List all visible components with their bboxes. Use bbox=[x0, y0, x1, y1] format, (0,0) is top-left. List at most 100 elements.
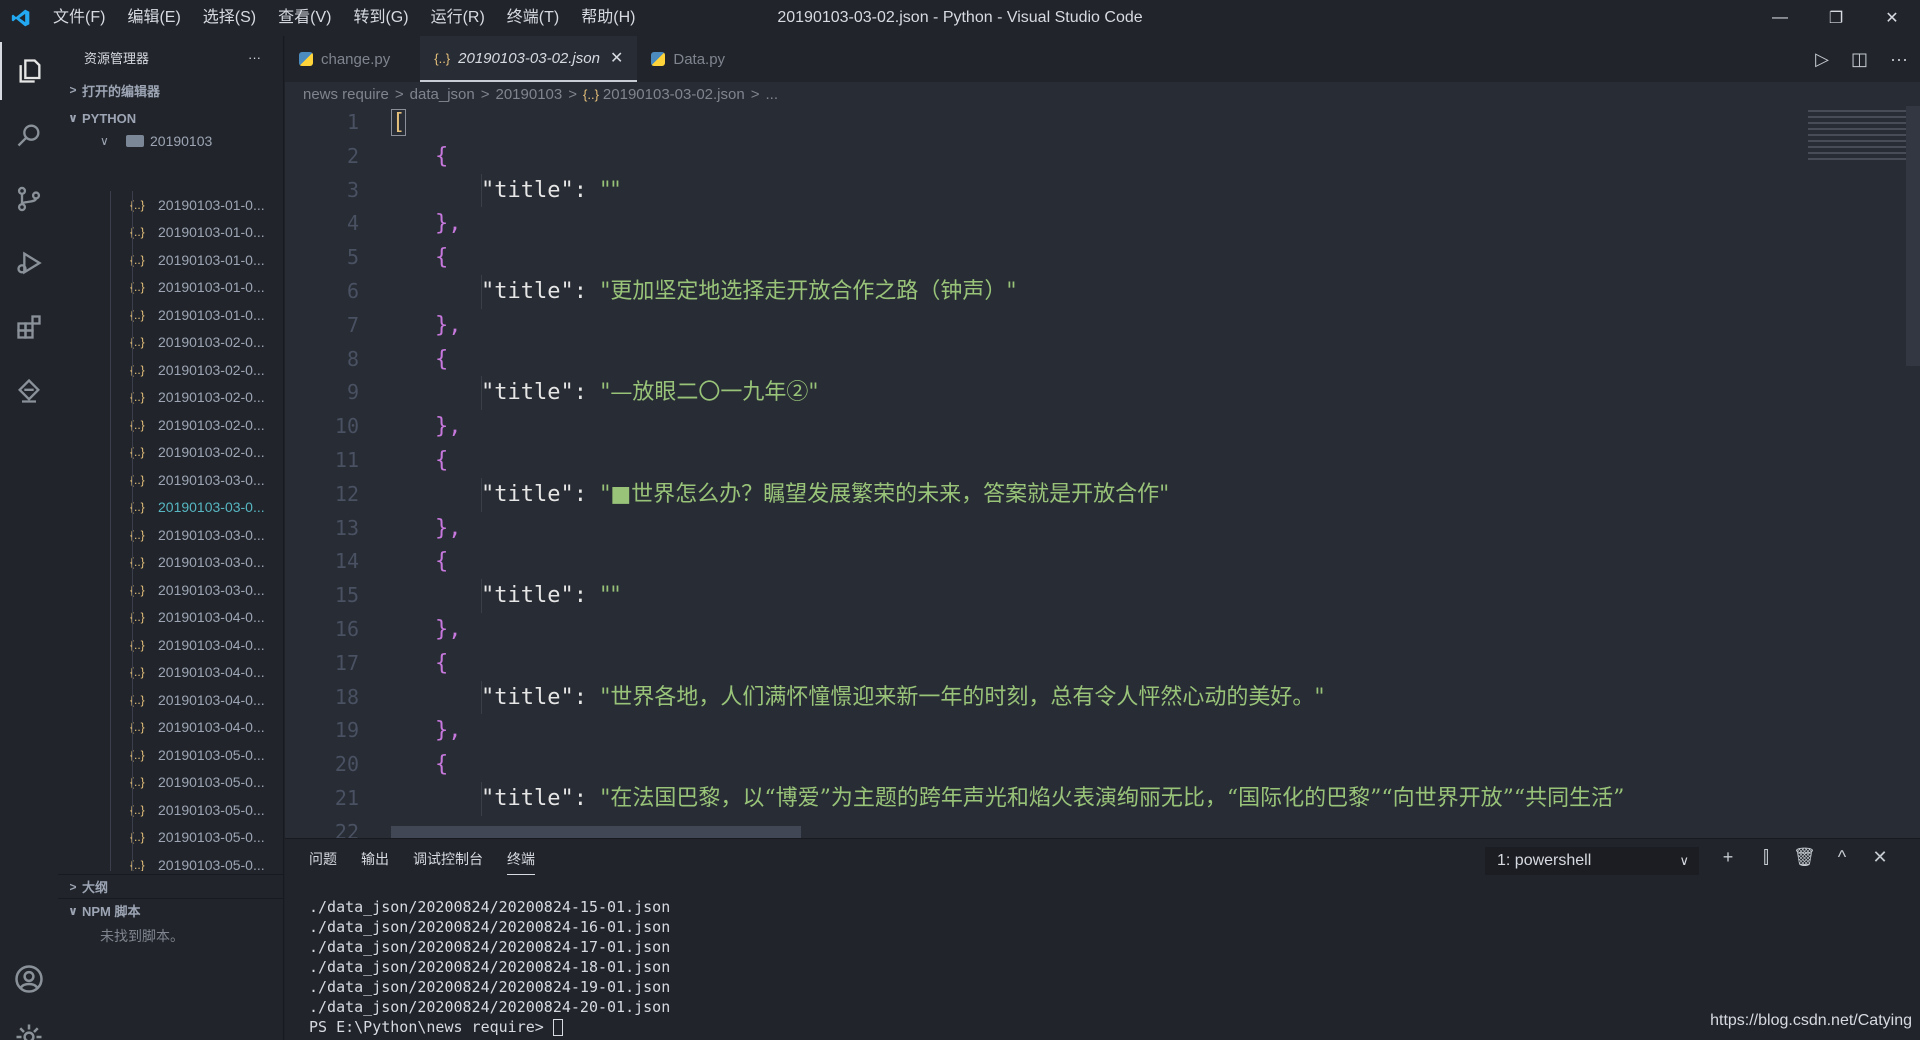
run-file-icon[interactable]: ▷ bbox=[1815, 49, 1829, 70]
terminal-select[interactable]: 1: powershell ∨ bbox=[1485, 847, 1699, 875]
file-item[interactable]: {..} 20190103-03-0... bbox=[58, 576, 284, 604]
source-control-icon[interactable] bbox=[0, 170, 58, 228]
json-file-icon: {..} bbox=[130, 857, 145, 871]
line-number: 13 bbox=[334, 515, 359, 540]
file-item[interactable]: {..} 20190103-02-0... bbox=[58, 411, 284, 439]
open-editors-section[interactable]: > 打开的编辑器 bbox=[58, 78, 283, 102]
tab-problems[interactable]: 问题 bbox=[309, 839, 337, 879]
json-file-icon: {..} bbox=[434, 50, 451, 66]
tab-change-py[interactable]: change.py bbox=[285, 36, 404, 82]
file-item[interactable]: {..} 20190103-01-0... bbox=[58, 219, 284, 247]
explorer-icon[interactable] bbox=[0, 42, 58, 100]
breadcrumb-item[interactable]: ... bbox=[765, 86, 778, 103]
file-item[interactable]: {..} 20190103-03-0... bbox=[58, 521, 284, 549]
tab-output[interactable]: 输出 bbox=[361, 839, 389, 879]
outline-section[interactable]: > 大纲 bbox=[58, 874, 284, 898]
file-item[interactable]: {..} 20190103-03-0... bbox=[58, 494, 284, 522]
explorer-title: 资源管理器 bbox=[84, 50, 150, 66]
terminal-output[interactable]: ./data_json/20200824/20200824-15-01.json… bbox=[309, 897, 670, 1037]
file-item[interactable]: {..} 20190103-04-0... bbox=[58, 714, 284, 742]
file-item[interactable]: {..} 20190103-05-0... bbox=[58, 824, 284, 852]
kill-terminal-icon[interactable]: 🗑 bbox=[1793, 847, 1816, 875]
new-terminal-icon[interactable]: + bbox=[1717, 847, 1739, 875]
file-item[interactable]: {..} 20190103-03-0... bbox=[58, 549, 284, 577]
tab-terminal[interactable]: 终端 bbox=[507, 839, 535, 875]
code-area[interactable]: [{"title": ""}, {"title": "更加坚定地选择走开放合作之路… bbox=[391, 106, 1761, 838]
tab-debug-console[interactable]: 调试控制台 bbox=[413, 839, 483, 879]
more-actions-icon[interactable]: ··· bbox=[248, 50, 261, 65]
file-label: 20190103-01-0... bbox=[158, 306, 265, 323]
close-tab-icon[interactable]: ✕ bbox=[610, 48, 623, 68]
indent-guide bbox=[481, 477, 482, 512]
menu-selection[interactable]: 选择(S) bbox=[192, 0, 267, 36]
breadcrumb-item[interactable]: 20190103-03-02.json bbox=[603, 86, 745, 103]
menu-go[interactable]: 转到(G) bbox=[342, 0, 419, 36]
breadcrumb-item[interactable]: 20190103 bbox=[495, 86, 562, 103]
breadcrumb-item[interactable]: data_json bbox=[410, 86, 475, 103]
file-item[interactable]: {..} 20190103-05-0... bbox=[58, 769, 284, 797]
restore-button[interactable]: ❐ bbox=[1808, 0, 1864, 36]
settings-gear-icon[interactable]: 1 bbox=[0, 1008, 58, 1040]
file-item[interactable]: {..} 20190103-01-0... bbox=[58, 191, 284, 219]
menu-file[interactable]: 文件(F) bbox=[42, 0, 116, 36]
menu-edit[interactable]: 编辑(E) bbox=[116, 0, 191, 36]
terminal-line: ./data_json/20200824/20200824-15-01.json bbox=[309, 898, 671, 916]
remote-explorer-icon[interactable] bbox=[0, 362, 58, 420]
menu-terminal[interactable]: 终端(T) bbox=[496, 0, 570, 36]
file-tree: {..} 20190103-01-0... {..} 20190103-01-0...… bbox=[58, 191, 284, 871]
npm-label: NPM 脚本 bbox=[82, 904, 141, 919]
line-number: 10 bbox=[334, 414, 359, 439]
chevron-down-icon: ∨ bbox=[1679, 853, 1689, 868]
split-terminal-icon[interactable]: ⫿ bbox=[1755, 847, 1777, 875]
file-item[interactable]: {..} 20190103-02-0... bbox=[58, 439, 284, 467]
code-line: "title": "" bbox=[481, 579, 620, 613]
menu-view[interactable]: 查看(V) bbox=[267, 0, 342, 36]
file-item[interactable]: {..} 20190103-02-0... bbox=[58, 329, 284, 357]
split-editor-icon[interactable]: ◫ bbox=[1851, 49, 1868, 70]
file-label: 20190103-04-0... bbox=[158, 664, 265, 681]
code-line: }, bbox=[435, 613, 462, 647]
account-icon[interactable] bbox=[0, 950, 58, 1008]
close-panel-icon[interactable]: ✕ bbox=[1869, 847, 1891, 875]
file-item[interactable]: {..} 20190103-03-0... bbox=[58, 466, 284, 494]
file-item[interactable]: {..} 20190103-05-0... bbox=[58, 796, 284, 824]
search-icon[interactable] bbox=[0, 106, 58, 164]
json-brace: }, bbox=[435, 515, 462, 541]
file-item[interactable]: {..} 20190103-04-0... bbox=[58, 686, 284, 714]
panel-tabs: 问题 输出 调试控制台 终端 bbox=[309, 839, 535, 879]
file-item[interactable]: {..} 20190103-02-0... bbox=[58, 356, 284, 384]
extensions-icon[interactable] bbox=[0, 298, 58, 356]
minimize-button[interactable]: — bbox=[1752, 0, 1808, 36]
file-item[interactable]: {..} 20190103-01-0... bbox=[58, 274, 284, 302]
workspace-section[interactable]: ∨ PYTHON bbox=[58, 106, 283, 130]
tab-json-active[interactable]: {..} 20190103-03-02.json ✕ bbox=[420, 36, 638, 82]
more-actions-icon[interactable]: ··· bbox=[1890, 49, 1908, 70]
file-item[interactable]: {..} 20190103-04-0... bbox=[58, 659, 284, 687]
file-item[interactable]: {..} 20190103-01-0... bbox=[58, 301, 284, 329]
file-item[interactable]: {..} 20190103-04-0... bbox=[58, 631, 284, 659]
terminal-prompt-line[interactable]: PS E:\Python\news require> bbox=[309, 1017, 670, 1037]
maximize-panel-icon[interactable]: ^ bbox=[1831, 847, 1853, 875]
npm-scripts-section[interactable]: ∨ NPM 脚本 bbox=[58, 898, 284, 922]
folder-20190103[interactable]: ∨ 20190103 bbox=[58, 130, 283, 152]
json-file-icon: {..} bbox=[130, 665, 145, 680]
menu-help[interactable]: 帮助(H) bbox=[570, 0, 646, 36]
breadcrumb-item[interactable]: news require bbox=[303, 86, 389, 103]
file-item[interactable]: {..} 20190103-04-0... bbox=[58, 604, 284, 632]
chevron-right-icon: > bbox=[69, 83, 77, 97]
file-label: 20190103-03-0... bbox=[158, 554, 265, 571]
file-item[interactable]: {..} 20190103-01-0... bbox=[58, 246, 284, 274]
file-item[interactable]: {..} 20190103-05-0... bbox=[58, 741, 284, 769]
run-debug-icon[interactable] bbox=[0, 234, 58, 292]
file-item[interactable]: {..} 20190103-05-0... bbox=[58, 851, 284, 871]
vertical-scrollbar[interactable] bbox=[1906, 106, 1920, 366]
close-window-button[interactable]: ✕ bbox=[1864, 0, 1920, 36]
file-label: 20190103-02-0... bbox=[158, 334, 265, 351]
minimap[interactable] bbox=[1808, 106, 1906, 186]
tab-data-py[interactable]: Data.py bbox=[637, 36, 739, 82]
horizontal-scrollbar[interactable] bbox=[391, 826, 801, 838]
file-item[interactable]: {..} 20190103-02-0... bbox=[58, 384, 284, 412]
code-line: "title": "" bbox=[481, 174, 620, 208]
code-editor[interactable]: 1 2 3 4 5 6 7 8 9 10 11 12 13 14 15 16 17 18 19 20 21 22 [{"t… bbox=[285, 106, 1920, 838]
menu-run[interactable]: 运行(R) bbox=[420, 0, 496, 36]
